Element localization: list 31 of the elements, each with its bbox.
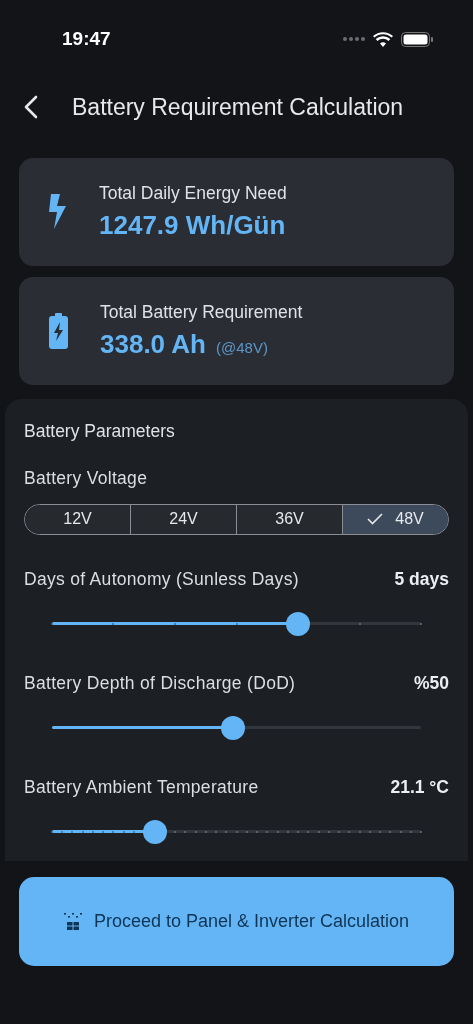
slider-thumb[interactable] (286, 612, 311, 636)
wifi-icon (373, 31, 393, 47)
slider-label: Battery Ambient Temperature (24, 776, 259, 798)
slider-value: 21.1 °C (390, 776, 449, 798)
back-button[interactable] (24, 95, 38, 119)
section-title: Battery Parameters (24, 421, 176, 442)
card-label: Total Daily Energy Need (99, 183, 287, 204)
page-title: Battery Requirement Calculation (72, 93, 404, 121)
voltage-option[interactable]: 24V (130, 505, 236, 534)
slider-value: %50 (413, 672, 449, 694)
solar-panel-icon (63, 912, 82, 931)
card-note: (@48V) (216, 339, 268, 356)
status-time: 19:47 (62, 28, 111, 50)
signal-icon (343, 37, 365, 41)
voltage-option[interactable]: 48V (342, 505, 448, 534)
slider-thumb[interactable] (220, 716, 245, 741)
slider-thumb[interactable] (143, 820, 168, 845)
lightning-icon (49, 194, 67, 230)
check-icon (367, 513, 384, 526)
card-label: Total Battery Requirement (100, 302, 303, 323)
slider-label: Days of Autonomy (Sunless Days) (24, 568, 299, 590)
slider-label: Battery Depth of Discharge (DoD) (24, 672, 296, 694)
card-value: 338.0 Ah (100, 329, 206, 360)
voltage-option[interactable]: 36V (236, 505, 342, 534)
battery-status-icon (401, 31, 433, 47)
field-label: Battery Voltage (24, 468, 149, 489)
battery-icon (49, 313, 68, 349)
slider-value: 5 days (394, 568, 449, 590)
proceed-button[interactable]: Proceed to Panel & Inverter Calculation (19, 877, 454, 966)
voltage-option[interactable]: 12V (25, 505, 130, 534)
card-value: 1247.9 Wh/Gün (99, 210, 286, 241)
